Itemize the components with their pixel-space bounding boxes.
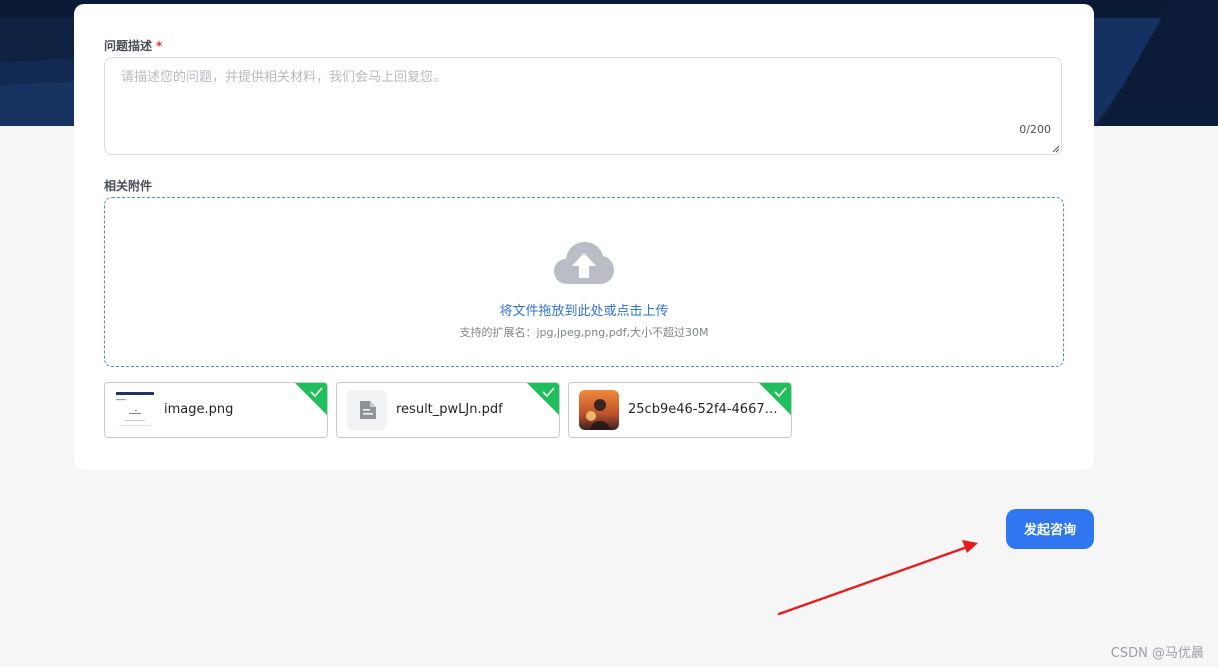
- upload-success-check-icon: [527, 383, 559, 415]
- uploaded-file-item[interactable]: 25cb9e46-52f4-4667-…: [568, 382, 792, 438]
- upload-success-check-icon: [295, 383, 327, 415]
- upload-hint: 支持的扩展名：jpg,jpeg,png,pdf,大小不超过30M: [459, 326, 709, 339]
- image-thumbnail: [115, 390, 155, 430]
- required-mark: *: [156, 39, 163, 53]
- submit-consultation-button[interactable]: 发起咨询: [1006, 509, 1094, 549]
- file-name: 25cb9e46-52f4-4667-…: [628, 402, 778, 417]
- document-thumbnail: [347, 390, 387, 430]
- character-counter: 0/200: [1019, 123, 1051, 136]
- photo-thumbnail: [579, 390, 619, 430]
- attachments-label: 相关附件: [104, 179, 153, 193]
- uploaded-file-item[interactable]: image.png: [104, 382, 328, 438]
- description-label: 问题描述 *: [104, 39, 163, 53]
- description-placeholder: 请描述您的问题，并提供相关材料，我们会马上回复您。: [121, 70, 447, 85]
- upload-success-check-icon: [759, 383, 791, 415]
- resize-handle-icon[interactable]: [1052, 145, 1060, 153]
- description-textarea[interactable]: 请描述您的问题，并提供相关材料，我们会马上回复您。 0/200: [104, 57, 1062, 155]
- uploaded-file-item[interactable]: result_pwLJn.pdf: [336, 382, 560, 438]
- cloud-upload-icon: [554, 242, 614, 284]
- upload-instruction[interactable]: 将文件拖放到此处或点击上传: [105, 300, 1063, 319]
- consultation-form-card: 问题描述 * 请描述您的问题，并提供相关材料，我们会马上回复您。 0/200 相关…: [74, 4, 1094, 470]
- file-name: image.png: [164, 402, 234, 417]
- file-upload-dropzone[interactable]: 将文件拖放到此处或点击上传 支持的扩展名：jpg,jpeg,png,pdf,大小…: [104, 197, 1064, 367]
- document-icon: [347, 390, 387, 430]
- file-name: result_pwLJn.pdf: [396, 402, 503, 417]
- watermark-text: CSDN @马优晨: [1110, 646, 1204, 661]
